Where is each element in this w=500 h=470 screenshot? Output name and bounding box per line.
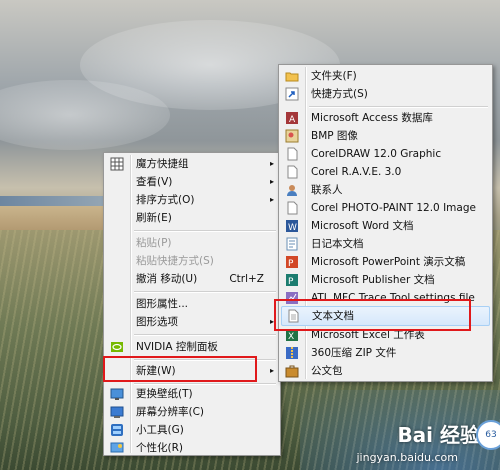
menu-item-undo-move[interactable]: 撤消 移动(U) Ctrl+Z [106, 270, 278, 288]
submenu-item-corel-rave[interactable]: Corel R.A.V.E. 3.0 [281, 163, 490, 181]
svg-text:P: P [288, 277, 294, 287]
bmp-icon [285, 129, 299, 143]
submenu-arrow-icon: ▸ [269, 366, 274, 375]
submenu-item-journal-document[interactable]: 日记本文档 [281, 235, 490, 253]
journal-icon [285, 237, 299, 251]
magic-cube-grid-icon [110, 157, 124, 171]
submenu-item-word-document[interactable]: W Microsoft Word 文档 [281, 217, 490, 235]
menu-item-personalize[interactable]: 个性化(R) [106, 439, 278, 457]
corel-rave-icon [285, 165, 299, 179]
svg-text:W: W [288, 223, 297, 233]
menu-separator [134, 291, 276, 293]
submenu-item-folder[interactable]: 文件夹(F) [281, 67, 490, 85]
menu-item-gadgets[interactable]: 小工具(G) [106, 421, 278, 439]
nvidia-icon [110, 340, 124, 354]
svg-text:X: X [288, 332, 294, 342]
menu-item-sort-by[interactable]: 排序方式(O) ▸ [106, 191, 278, 209]
shortcut-text: Ctrl+Z [229, 273, 264, 285]
desktop-context-menu: 魔方快捷组 ▸ 查看(V) ▸ 排序方式(O) ▸ 刷新(E) 粘贴(P) 粘贴… [103, 152, 281, 456]
submenu-item-bmp-image[interactable]: BMP 图像 [281, 127, 490, 145]
word-icon: W [285, 219, 299, 233]
briefcase-icon [285, 364, 299, 378]
photo-paint-icon [285, 201, 299, 215]
svg-text:A: A [289, 115, 296, 125]
submenu-item-coreldraw-graphic[interactable]: CorelDRAW 12.0 Graphic [281, 145, 490, 163]
submenu-item-access-database[interactable]: A Microsoft Access 数据库 [281, 109, 490, 127]
menu-item-magic-cube-shortcuts[interactable]: 魔方快捷组 ▸ [106, 155, 278, 173]
powerpoint-icon: P [285, 255, 299, 269]
new-submenu: 文件夹(F) 快捷方式(S) A Microsoft Access 数据库 BM… [278, 64, 493, 382]
personalize-icon [110, 441, 124, 455]
watermark-url: jingyan.baidu.com [356, 451, 458, 464]
menu-item-nvidia-control-panel[interactable]: NVIDIA 控制面板 [106, 338, 278, 356]
corner-badge: 63 [476, 420, 500, 450]
menu-separator [134, 334, 276, 336]
watermark-brand: Bai 经验 [397, 423, 480, 447]
submenu-arrow-icon: ▸ [269, 195, 274, 204]
submenu-item-shortcut[interactable]: 快捷方式(S) [281, 85, 490, 103]
access-icon: A [285, 111, 299, 125]
menu-item-paste-shortcut: 粘贴快捷方式(S) [136, 255, 214, 267]
submenu-item-360-zip-file[interactable]: 360压缩 ZIP 文件 [281, 344, 490, 362]
menu-item-paste: 粘贴(P) [136, 237, 172, 249]
submenu-item-briefcase[interactable]: 公文包 [281, 362, 490, 380]
submenu-item-photo-paint-image[interactable]: Corel PHOTO-PAINT 12.0 Image [281, 199, 490, 217]
menu-item-change-wallpaper[interactable]: 更换壁纸(T) [106, 385, 278, 403]
contact-icon [285, 183, 299, 197]
menu-item-refresh[interactable]: 刷新(E) [106, 209, 278, 227]
menu-separator [134, 230, 276, 232]
menu-item-graphics-properties[interactable]: 图形属性... [106, 295, 278, 313]
wallpaper-icon [110, 387, 124, 401]
submenu-item-publisher-document[interactable]: P Microsoft Publisher 文档 [281, 271, 490, 289]
annotation-box-new [103, 356, 257, 382]
menu-item-view[interactable]: 查看(V) ▸ [106, 173, 278, 191]
screen-resolution-icon [110, 405, 124, 419]
shortcut-icon [285, 87, 299, 101]
coreldraw-icon [285, 147, 299, 161]
zip-icon [285, 346, 299, 360]
submenu-arrow-icon: ▸ [269, 159, 274, 168]
submenu-item-powerpoint-presentation[interactable]: P Microsoft PowerPoint 演示文稿 [281, 253, 490, 271]
publisher-icon: P [285, 273, 299, 287]
menu-separator [309, 106, 488, 108]
menu-item-screen-resolution[interactable]: 屏幕分辨率(C) [106, 403, 278, 421]
gadgets-icon [110, 423, 124, 437]
folder-icon [285, 69, 299, 83]
submenu-item-contact[interactable]: 联系人 [281, 181, 490, 199]
annotation-box-text-document [274, 299, 471, 331]
submenu-arrow-icon: ▸ [269, 177, 274, 186]
svg-text:P: P [288, 259, 294, 269]
menu-item-graphics-options[interactable]: 图形选项 ▸ [106, 313, 278, 331]
